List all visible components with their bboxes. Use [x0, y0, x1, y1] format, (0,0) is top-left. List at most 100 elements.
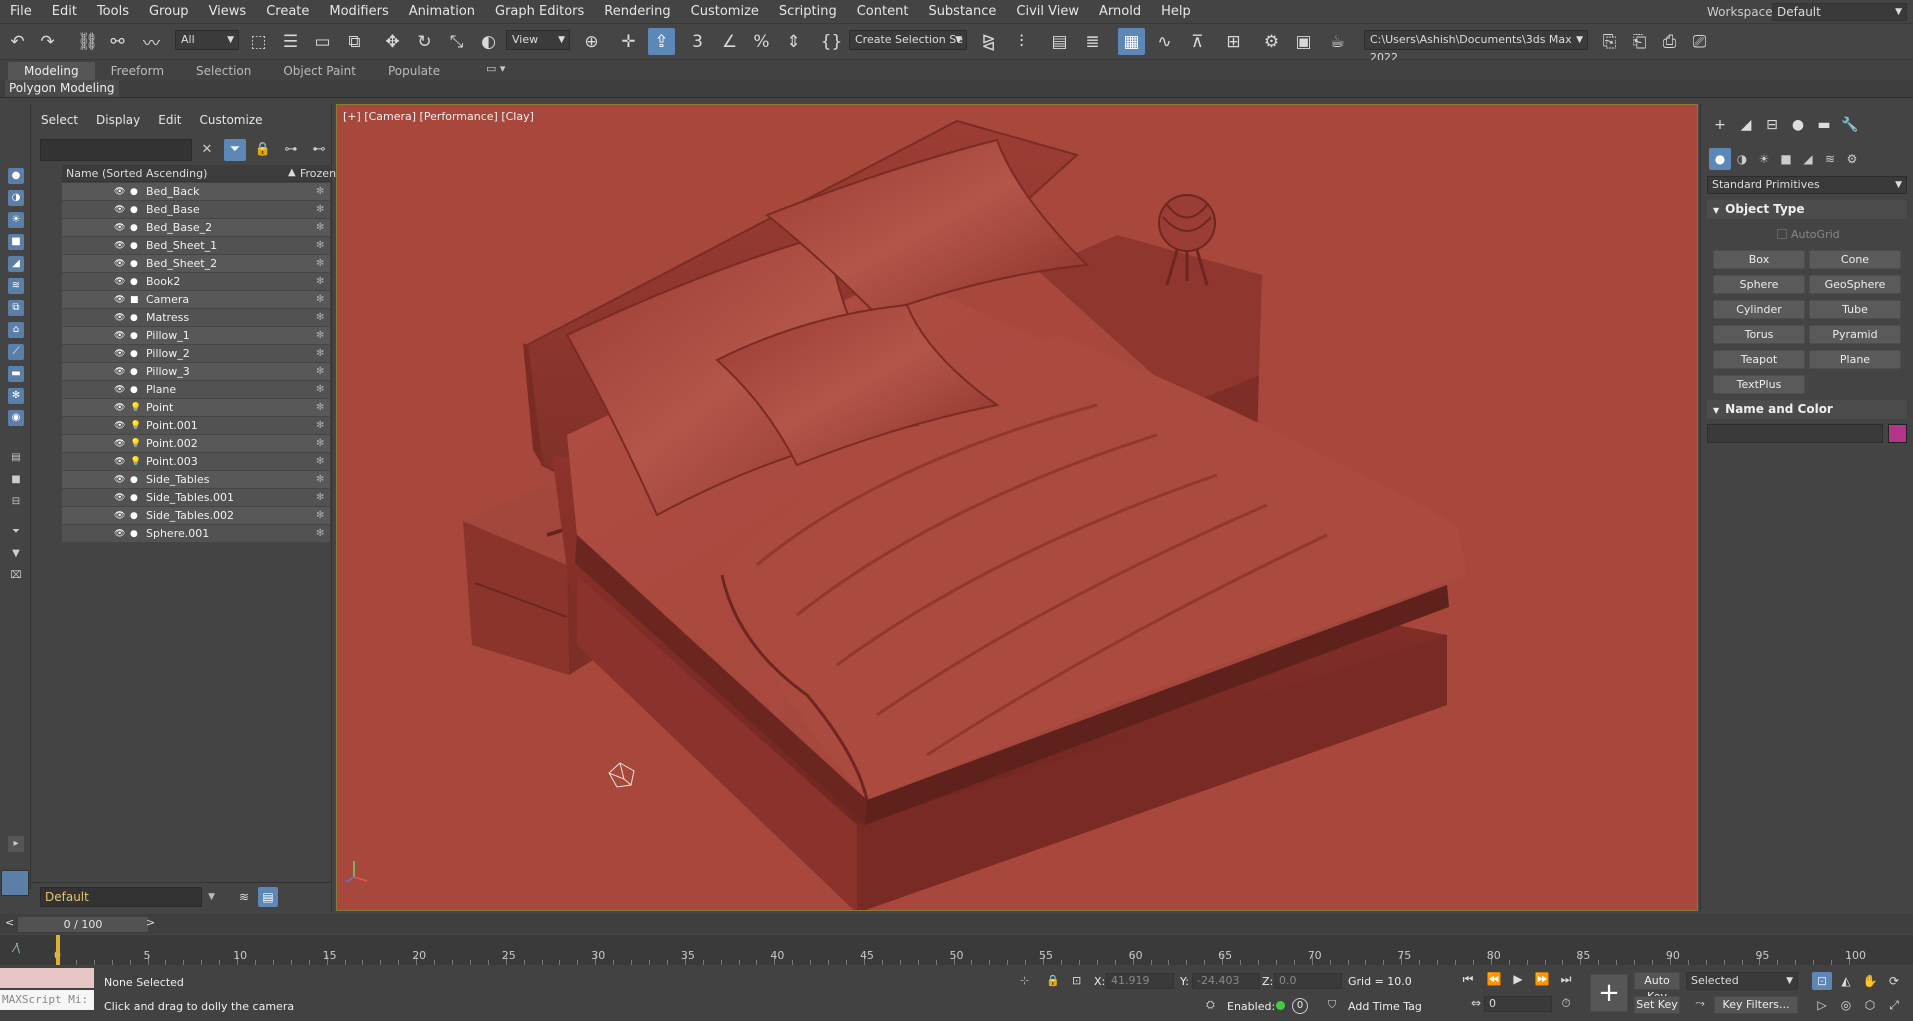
primitive-pyramid-button[interactable]: Pyramid [1809, 325, 1901, 344]
pivot-center-icon[interactable]: ⊕ [578, 28, 605, 55]
schematic-view-icon[interactable]: ⊼ [1184, 28, 1211, 55]
primitive-textplus-button[interactable]: TextPlus [1713, 375, 1805, 394]
time-configuration-icon[interactable]: ⏱ [1556, 994, 1576, 1012]
orbit-icon[interactable]: ⟳ [1884, 972, 1904, 990]
layers-icon[interactable]: ≋ [234, 887, 254, 907]
shape-filter-icon[interactable]: ◑ [8, 190, 24, 206]
modify-tab-icon[interactable]: ◢ [1735, 114, 1757, 136]
menu-substance[interactable]: Substance [918, 0, 1006, 24]
lights-category-icon[interactable]: ☀ [1753, 148, 1775, 170]
visibility-eye-icon[interactable]: 👁 [114, 259, 126, 269]
menu-tools[interactable]: Tools [87, 0, 139, 24]
primitive-tube-button[interactable]: Tube [1809, 300, 1901, 319]
freeze-icon[interactable]: ✻ [316, 492, 324, 503]
ribbon-tab-populate[interactable]: Populate [372, 62, 456, 80]
goto-start-icon[interactable]: ⏮ [1458, 970, 1478, 988]
ribbon-tab-modeling[interactable]: Modeling [8, 62, 95, 80]
scene-row[interactable]: 👁 💡 Point.003 ✻ [62, 453, 330, 471]
visibility-eye-icon[interactable]: 👁 [114, 187, 126, 197]
create-tab-icon[interactable]: + [1709, 114, 1731, 136]
project-icon[interactable]: ⎘ [1596, 28, 1623, 55]
primitive-cylinder-button[interactable]: Cylinder [1713, 300, 1805, 319]
scene-row[interactable]: 👁 ● Book2 ✻ [62, 273, 330, 291]
freeze-icon[interactable]: ✻ [316, 510, 324, 521]
previous-frame-icon[interactable]: ⏪ [1484, 970, 1504, 988]
primitive-torus-button[interactable]: Torus [1713, 325, 1805, 344]
filter-funnel-icon[interactable]: ⏷ [8, 524, 24, 540]
explorer-options-icon[interactable]: ⌧ [8, 568, 24, 584]
layer-explorer-icon[interactable]: ≣ [1079, 28, 1106, 55]
freeze-icon[interactable]: ✻ [316, 294, 324, 305]
layer-hierarchy-icon[interactable]: ⊷ [308, 139, 330, 161]
visibility-eye-icon[interactable]: 👁 [114, 457, 126, 467]
project-open-icon[interactable]: ⎗ [1626, 28, 1653, 55]
rendered-frame-window-icon[interactable]: ▣ [1290, 28, 1317, 55]
z-coordinate-field[interactable]: 0.0 [1274, 973, 1342, 989]
display-none-icon[interactable]: ■ [8, 472, 24, 488]
name-column-header[interactable]: Name (Sorted Ascending) [66, 165, 207, 182]
scene-row[interactable]: 👁 ● Matress ✻ [62, 309, 330, 327]
scene-menu-display[interactable]: Display [87, 110, 149, 130]
primitive-teapot-button[interactable]: Teapot [1713, 350, 1805, 369]
freeze-icon[interactable]: ✻ [316, 258, 324, 269]
invert-display-icon[interactable]: ⊟ [8, 494, 24, 510]
curve-editor-icon[interactable]: ∿ [1151, 28, 1178, 55]
hierarchy-tab-icon[interactable]: ⊟ [1761, 114, 1783, 136]
light-filter-icon[interactable]: ☀ [8, 212, 24, 228]
spinner-snap-icon[interactable]: ⇕ [780, 28, 807, 55]
scene-row[interactable]: 👁 💡 Point.002 ✻ [62, 435, 330, 453]
scene-row[interactable]: 👁 ■ Camera ✻ [62, 291, 330, 309]
key-mode-icon[interactable]: ⇔ [1466, 994, 1486, 1012]
freeze-icon[interactable]: ✻ [316, 366, 324, 377]
selection-lock-icon[interactable]: 🔒 [1046, 974, 1060, 987]
isolate-icon[interactable]: ⊹ [1020, 974, 1029, 987]
visibility-eye-icon[interactable]: 👁 [114, 331, 126, 341]
scene-menu-customize[interactable]: Customize [191, 110, 272, 130]
visibility-eye-icon[interactable]: 👁 [114, 295, 126, 305]
visibility-eye-icon[interactable]: 👁 [114, 385, 126, 395]
visibility-eye-icon[interactable]: 👁 [114, 313, 126, 323]
maximize-viewport-icon[interactable]: ⤢ [1884, 996, 1904, 1014]
freeze-icon[interactable]: ✻ [316, 240, 324, 251]
scene-search-input[interactable] [40, 139, 192, 161]
filter-selected-icon[interactable]: ▼ [8, 546, 24, 562]
maxscript-listener-output[interactable] [0, 968, 94, 988]
visibility-eye-icon[interactable]: 👁 [114, 439, 126, 449]
hidden-filter-icon[interactable]: ◉ [8, 410, 24, 426]
project-folder-dropdown[interactable]: C:\Users\Ashish\Documents\3ds Max 2022 ▼ [1364, 30, 1588, 64]
placement-icon[interactable]: ◐ [475, 28, 502, 55]
visibility-eye-icon[interactable]: 👁 [114, 277, 126, 287]
time-prev-button[interactable]: < [5, 916, 14, 929]
filter-icon[interactable]: ⏷ [224, 139, 246, 161]
name-and-color-rollout[interactable]: ▼ Name and Color [1707, 400, 1907, 419]
menu-rendering[interactable]: Rendering [594, 0, 680, 24]
zoom-extents-icon[interactable]: ⊡ [1812, 972, 1832, 990]
menu-help[interactable]: Help [1151, 0, 1201, 24]
frozen-filter-icon[interactable]: ✻ [8, 388, 24, 404]
scene-row[interactable]: 👁 ● Plane ✻ [62, 381, 330, 399]
set-keys-icon[interactable]: + [1590, 974, 1628, 1012]
freeze-icon[interactable]: ✻ [316, 186, 324, 197]
scene-row[interactable]: 👁 ● Bed_Sheet_2 ✻ [62, 255, 330, 273]
camera-filter-icon[interactable]: ■ [8, 234, 24, 250]
cameras-category-icon[interactable]: ■ [1775, 148, 1797, 170]
scene-row[interactable]: 👁 ● Pillow_1 ✻ [62, 327, 330, 345]
clear-search-icon[interactable]: ✕ [196, 139, 218, 161]
scene-menu-select[interactable]: Select [32, 110, 87, 130]
visibility-eye-icon[interactable]: 👁 [114, 241, 126, 251]
track-bar[interactable]: ⁄\ 0510152025303540455055606570758085909… [0, 935, 1913, 965]
align-icon[interactable]: ⫶ [1008, 28, 1035, 55]
workspace-select[interactable]: Default ▼ [1772, 3, 1907, 21]
freeze-icon[interactable]: ✻ [316, 456, 324, 467]
utilities-tab-icon[interactable]: 🔧 [1839, 114, 1861, 136]
bone-filter-icon[interactable]: ⟋ [8, 344, 24, 360]
scene-row[interactable]: 👁 ● Pillow_2 ✻ [62, 345, 330, 363]
y-coordinate-field[interactable]: -24.403 [1192, 973, 1260, 989]
x-coordinate-field[interactable]: 41.919 [1106, 973, 1174, 989]
truck-camera-icon[interactable]: ▷ [1812, 996, 1832, 1014]
rotate-icon[interactable]: ↻ [411, 28, 438, 55]
menu-customize[interactable]: Customize [681, 0, 769, 24]
selection-filter-dropdown[interactable]: All ▼ [175, 30, 239, 50]
visibility-eye-icon[interactable]: 👁 [114, 493, 126, 503]
time-slider[interactable]: < 0 / 100 > [0, 914, 1913, 934]
